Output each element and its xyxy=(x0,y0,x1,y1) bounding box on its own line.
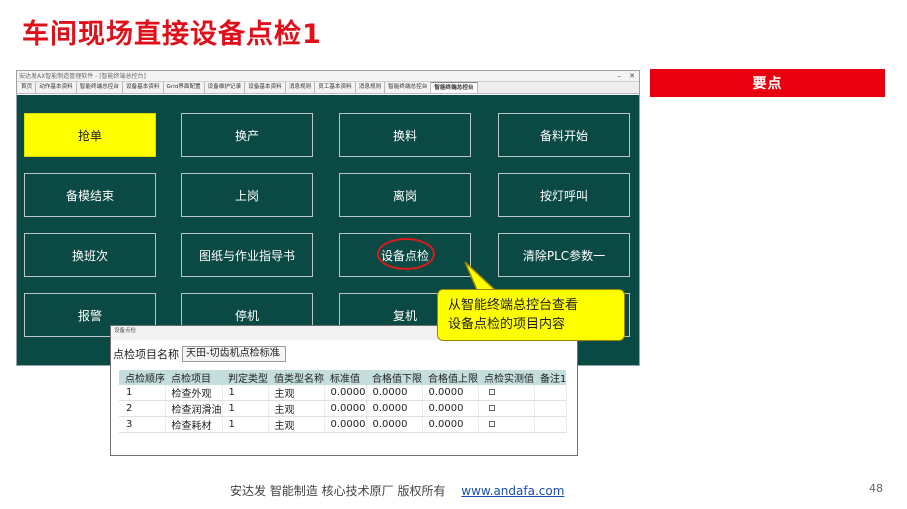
tab-terminal-console-active[interactable]: 智能终端总控台 xyxy=(431,82,478,93)
cell-sequence: 2 xyxy=(119,400,166,417)
page-number: 48 xyxy=(869,482,883,495)
tab-grid-config[interactable]: Grid界面配置 xyxy=(163,82,205,93)
clear-plc-params-button[interactable]: 清除PLC参数一 xyxy=(498,233,630,277)
tab-action-basic-data[interactable]: 动作基本资料 xyxy=(36,82,77,93)
tab-equipment-basic-data-2[interactable]: 设备基本资料 xyxy=(245,82,286,93)
cell-lower: 0.0000 xyxy=(366,400,423,417)
drawings-instructions-button[interactable]: 图纸与作业指导书 xyxy=(181,233,313,277)
minimize-icon[interactable]: – xyxy=(617,72,621,80)
change-shift-button[interactable]: 换班次 xyxy=(24,233,156,277)
inspection-dialog: 设备点检 点检项目名称 天田-切齿机点检标准 ⌄ 点检顺序 点检项目 判定类型 … xyxy=(110,325,578,456)
highlight-ellipse xyxy=(377,238,435,270)
footer-text: 安达发 智能制造 核心技术原厂 版权所有 xyxy=(230,484,446,498)
key-points-badge: 要点 xyxy=(650,69,885,97)
slide-title: 车间现场直接设备点检1 xyxy=(22,19,322,50)
checkbox-icon[interactable] xyxy=(488,421,495,427)
footer: 安达发 智能制造 核心技术原厂 版权所有 www.andafa.com xyxy=(230,482,564,499)
tab-terminal-console-2[interactable]: 智能终端总控台 xyxy=(385,82,432,93)
cell-sequence: 3 xyxy=(119,416,166,433)
chevron-down-icon: ⌄ xyxy=(275,349,282,358)
cell-value-type: 主观 xyxy=(268,385,325,401)
cell-item: 检查外观 xyxy=(165,385,223,401)
prep-mold-end-button[interactable]: 备模结束 xyxy=(24,173,156,217)
grab-order-button[interactable]: 抢单 xyxy=(24,113,156,157)
cell-standard: 0.0000 xyxy=(324,385,367,401)
inspection-item-row: 点检项目名称 天田-切齿机点检标准 ⌄ xyxy=(113,346,286,362)
cell-item: 检查耗材 xyxy=(165,416,223,433)
inspection-item-value: 天田-切齿机点检标准 xyxy=(186,348,280,359)
table-row[interactable]: 2 检查润滑油 1 主观 0.0000 0.0000 0.0000 xyxy=(119,400,567,417)
inspection-item-label: 点检项目名称 xyxy=(113,348,179,361)
tab-terminal-console[interactable]: 智能终端总控台 xyxy=(76,82,123,93)
window-controls: – ✕ xyxy=(611,71,635,82)
inspection-grid: 点检顺序 点检项目 判定类型 值类型名称 标准值 合格值下限 合格值上限 点检实… xyxy=(119,370,567,433)
cell-value-type: 主观 xyxy=(268,400,325,417)
cell-lower: 0.0000 xyxy=(366,385,423,401)
cell-measured[interactable] xyxy=(478,385,535,401)
callout-note: 从智能终端总控台查看 设备点检的项目内容 xyxy=(437,289,625,341)
cell-value-type: 主观 xyxy=(268,416,325,433)
window-title: 安达发AX智能制造管理软件 - [智能终端总控台] xyxy=(19,73,146,80)
change-material-button[interactable]: 换料 xyxy=(339,113,471,157)
tab-equipment-basic-data[interactable]: 设备基本资料 xyxy=(122,82,164,93)
col-remark[interactable]: 备注1 xyxy=(534,370,567,385)
cell-remark xyxy=(534,416,567,433)
cell-upper: 0.0000 xyxy=(422,416,479,433)
window-titlebar: 安达发AX智能制造管理软件 - [智能终端总控台] – ✕ xyxy=(17,71,639,82)
col-judge-type[interactable]: 判定类型 xyxy=(222,370,268,385)
tab-bar: 首页 动作基本资料 智能终端总控台 设备基本资料 Grid界面配置 设备维护记录… xyxy=(17,82,639,94)
cell-measured[interactable] xyxy=(478,400,535,417)
tab-message-rules[interactable]: 消息规则 xyxy=(285,82,316,93)
col-lower[interactable]: 合格值下限 xyxy=(366,370,422,385)
grid-header-row: 点检顺序 点检项目 判定类型 值类型名称 标准值 合格值下限 合格值上限 点检实… xyxy=(119,370,567,385)
cell-upper: 0.0000 xyxy=(422,385,479,401)
cell-item: 检查润滑油 xyxy=(165,400,223,417)
tab-message-rules-2[interactable]: 消息规则 xyxy=(355,82,386,93)
cell-judge-type: 1 xyxy=(222,400,269,417)
cell-standard: 0.0000 xyxy=(324,416,367,433)
inspection-item-select[interactable]: 天田-切齿机点检标准 ⌄ xyxy=(182,346,286,362)
cell-remark xyxy=(534,400,567,417)
cell-remark xyxy=(534,385,567,401)
clock-in-button[interactable]: 上岗 xyxy=(181,173,313,217)
andon-call-button[interactable]: 按灯呼叫 xyxy=(498,173,630,217)
checkbox-icon[interactable] xyxy=(488,389,495,395)
callout-line-2: 设备点检的项目内容 xyxy=(448,317,566,332)
cell-upper: 0.0000 xyxy=(422,400,479,417)
change-product-button[interactable]: 换产 xyxy=(181,113,313,157)
col-value-type[interactable]: 值类型名称 xyxy=(268,370,324,385)
tab-employee-basic-data[interactable]: 员工基本资料 xyxy=(315,82,356,93)
checkbox-icon[interactable] xyxy=(488,405,495,411)
cell-standard: 0.0000 xyxy=(324,400,367,417)
col-sequence[interactable]: 点检顺序 xyxy=(119,370,165,385)
col-upper[interactable]: 合格值上限 xyxy=(422,370,478,385)
table-row[interactable]: 3 检查耗材 1 主观 0.0000 0.0000 0.0000 xyxy=(119,416,567,433)
table-row[interactable]: 1 检查外观 1 主观 0.0000 0.0000 0.0000 xyxy=(119,385,567,401)
col-measured[interactable]: 点检实测值 xyxy=(478,370,534,385)
footer-link[interactable]: www.andafa.com xyxy=(461,484,564,498)
clock-out-button[interactable]: 离岗 xyxy=(339,173,471,217)
cell-judge-type: 1 xyxy=(222,416,269,433)
cell-lower: 0.0000 xyxy=(366,416,423,433)
tab-equipment-maintenance[interactable]: 设备维护记录 xyxy=(204,82,246,93)
tab-home[interactable]: 首页 xyxy=(18,82,37,93)
close-icon[interactable]: ✕ xyxy=(629,72,635,80)
cell-measured[interactable] xyxy=(478,416,535,433)
prep-material-start-button[interactable]: 备料开始 xyxy=(498,113,630,157)
callout-line-1: 从智能终端总控台查看 xyxy=(448,298,579,313)
col-standard[interactable]: 标准值 xyxy=(324,370,366,385)
cell-judge-type: 1 xyxy=(222,385,269,401)
col-item[interactable]: 点检项目 xyxy=(165,370,222,385)
cell-sequence: 1 xyxy=(119,385,166,401)
